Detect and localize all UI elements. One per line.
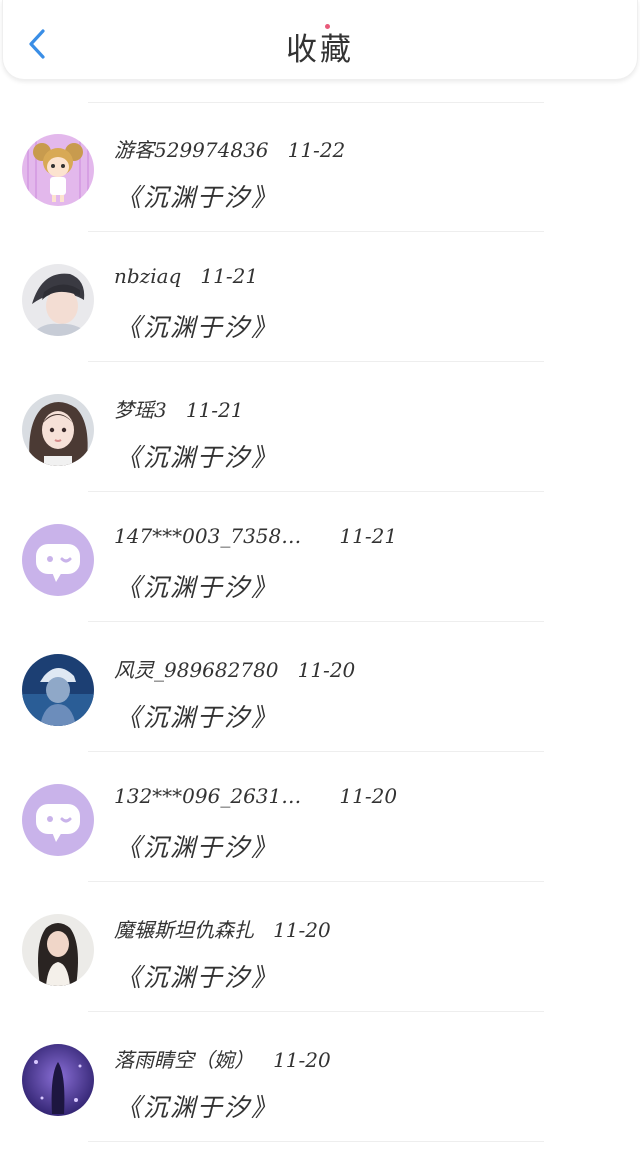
list-item[interactable]: 132***096_2631… 11-20 《沉渊于汐》 [0, 752, 640, 882]
item-meta: 游客529974836 11-22 [114, 134, 345, 163]
default-chat-avatar[interactable] [22, 524, 94, 596]
date: 11-20 [297, 658, 356, 682]
top-bar: 收藏 [2, 0, 638, 80]
date: 11-20 [273, 918, 331, 942]
item-meta: 梦瑶3 11-21 [114, 394, 243, 423]
book-title[interactable]: 《沉渊于汐》 [116, 698, 278, 734]
book-title[interactable]: 《沉渊于汐》 [116, 1088, 278, 1124]
book-title[interactable]: 《沉渊于汐》 [116, 438, 278, 474]
book-title[interactable]: 《沉渊于汐》 [116, 308, 278, 344]
date: 11-20 [339, 784, 398, 808]
girl-photo-avatar[interactable] [22, 394, 94, 466]
list-item[interactable]: 游客529974836 11-22 《沉渊于汐》 [0, 102, 640, 232]
item-meta: 147***003_7358… 11-21 [114, 524, 397, 548]
page-title: 收藏 [286, 32, 354, 68]
username[interactable]: 147***003_7358… [114, 524, 301, 548]
username[interactable]: 132***096_2631… [114, 784, 301, 808]
cap-girl-photo-avatar[interactable] [22, 654, 94, 726]
username[interactable]: nbziaq [114, 264, 181, 288]
date: 11-22 [287, 138, 346, 162]
date: 11-21 [185, 398, 244, 422]
divider [88, 1141, 544, 1142]
favorites-page: 收藏 游客529974836 11-22 《沉渊于汐》 nbziaq 11-21… [0, 0, 640, 1160]
book-title[interactable]: 《沉渊于汐》 [116, 568, 278, 604]
item-meta: 风灵_989682780 11-20 [114, 654, 355, 683]
purple-night-photo-avatar[interactable] [22, 1044, 94, 1116]
date: 11-20 [273, 1048, 331, 1072]
username[interactable]: 落雨睛空（婉） [114, 1044, 254, 1073]
cartoon-girl-avatar[interactable] [22, 134, 94, 206]
boy-photo-avatar[interactable] [22, 264, 94, 336]
list-item[interactable]: 风灵_989682780 11-20 《沉渊于汐》 [0, 622, 640, 752]
item-meta: 落雨睛空（婉） 11-20 [114, 1044, 331, 1073]
default-chat-avatar[interactable] [22, 784, 94, 856]
item-meta: 魔辗斯坦仇森扎 11-20 [114, 914, 331, 943]
username[interactable]: 游客529974836 [114, 134, 269, 163]
list-item[interactable]: 落雨睛空（婉） 11-20 《沉渊于汐》 [0, 1012, 640, 1142]
item-meta: 132***096_2631… 11-20 [114, 784, 397, 808]
title-decoration-dot [325, 24, 330, 29]
date: 11-21 [339, 524, 398, 548]
longhair-girl-photo-avatar[interactable] [22, 914, 94, 986]
book-title[interactable]: 《沉渊于汐》 [116, 178, 278, 214]
username[interactable]: 风灵_989682780 [114, 654, 279, 683]
book-title[interactable]: 《沉渊于汐》 [116, 828, 278, 864]
username[interactable]: 梦瑶3 [114, 394, 167, 423]
list-item[interactable]: 魔辗斯坦仇森扎 11-20 《沉渊于汐》 [0, 882, 640, 1012]
list-item[interactable]: 147***003_7358… 11-21 《沉渊于汐》 [0, 492, 640, 622]
item-meta: nbziaq 11-21 [114, 264, 258, 288]
date: 11-21 [200, 264, 259, 288]
list-item[interactable]: 梦瑶3 11-21 《沉渊于汐》 [0, 362, 640, 492]
book-title[interactable]: 《沉渊于汐》 [116, 958, 278, 994]
username[interactable]: 魔辗斯坦仇森扎 [114, 914, 254, 943]
list-item[interactable]: nbziaq 11-21 《沉渊于汐》 [0, 232, 640, 362]
